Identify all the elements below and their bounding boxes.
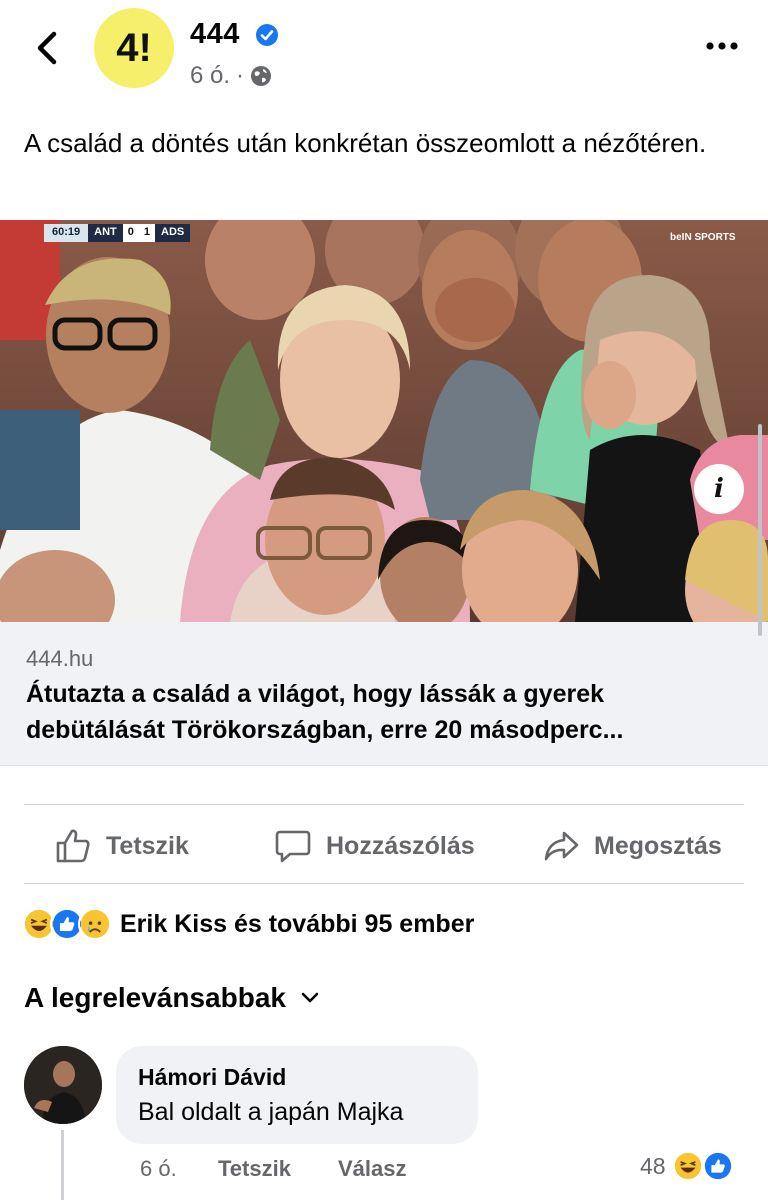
reaction-icons (22, 907, 112, 941)
page-logo: 4! (116, 25, 152, 70)
scrollbar[interactable] (758, 424, 762, 636)
share-button[interactable]: Megosztás (542, 822, 722, 870)
more-options-icon[interactable] (702, 34, 742, 58)
comment-like-button[interactable]: Tetszik (218, 1156, 291, 1182)
thumbs-up-icon (56, 829, 90, 863)
share-label: Megosztás (594, 831, 722, 860)
away-team: ADS (155, 224, 191, 242)
globe-icon (251, 66, 272, 86)
comment-text: Bal oldalt a japán Majka (138, 1098, 404, 1126)
like-label: Tetszik (106, 831, 189, 860)
link-preview[interactable]: 444.hu Átutazta a család a világot, hogy… (0, 622, 768, 766)
comment-bubble[interactable]: Hámori Dávid Bal oldalt a japán Majka (116, 1046, 478, 1144)
post-time[interactable]: 6 ó. (190, 62, 230, 90)
info-icon[interactable]: i (694, 464, 744, 514)
broadcaster-logo: beIN SPORTS (670, 232, 736, 243)
haha-icon (671, 1150, 704, 1182)
home-score: 0 (122, 224, 139, 242)
chevron-down-icon (301, 992, 319, 1003)
divider (24, 883, 744, 884)
match-time: 60:19 (44, 224, 89, 242)
sort-label: A legrelevánsabbak (24, 982, 286, 1013)
thread-line (61, 1130, 64, 1200)
comment-sort-dropdown[interactable]: A legrelevánsabbak (24, 982, 320, 1014)
avatar-photo (24, 1046, 102, 1124)
post-photo[interactable]: 60:19 ANT 0 1 ADS beIN SPORTS i (0, 220, 768, 622)
crowd-photo (0, 220, 768, 622)
comment-bubble-icon (275, 830, 311, 863)
reactions-text: Erik Kiss és további 95 ember (120, 909, 475, 938)
comment-reaction-count: 48 (640, 1152, 666, 1179)
share-arrow-icon (544, 831, 579, 861)
link-title: Átutazta a család a világot, hogy lássák… (26, 680, 624, 744)
match-scoreboard: 60:19 ANT 0 1 ADS (44, 224, 191, 242)
like-icon (701, 1150, 734, 1182)
home-team: ANT (88, 224, 123, 242)
page-name[interactable]: 444 (190, 18, 240, 51)
comment-label: Hozzászólás (326, 831, 475, 860)
comment-author[interactable]: Hámori Dávid (138, 1064, 286, 1091)
comment-time: 6 ó. (140, 1156, 177, 1181)
post-text: A család a döntés után konkrétan összeom… (24, 128, 707, 158)
comment-button[interactable]: Hozzászólás (274, 822, 475, 870)
meta-separator: · (236, 62, 245, 89)
reactions-summary[interactable]: Erik Kiss és további 95 ember (22, 904, 474, 944)
post-meta: 6 ó. · (190, 62, 272, 90)
verified-badge-icon (256, 24, 278, 46)
back-arrow-icon[interactable] (30, 28, 62, 68)
comment-reactions[interactable]: 48 (640, 1150, 734, 1182)
commenter-avatar[interactable] (24, 1046, 102, 1124)
comment-reply-button[interactable]: Válasz (338, 1156, 407, 1182)
page-avatar[interactable]: 4! (94, 8, 174, 88)
link-domain: 444.hu (26, 646, 94, 671)
sad-icon (78, 907, 112, 941)
post-header: 4! 444 6 ó. · (0, 0, 768, 100)
divider (24, 804, 744, 805)
like-button[interactable]: Tetszik (54, 822, 189, 870)
away-score: 1 (138, 224, 155, 242)
